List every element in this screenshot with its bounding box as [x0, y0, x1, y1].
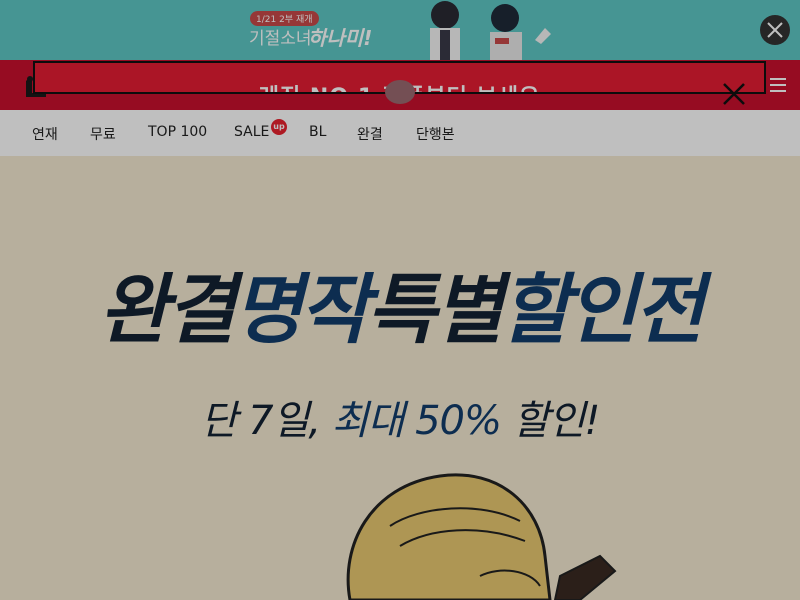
banner-subtitle: 기절소녀	[249, 29, 312, 49]
popup-character-icon	[385, 80, 415, 104]
popup-close-icon[interactable]	[722, 82, 746, 106]
category-nav: 연재 무료 TOP 100 SALE BL 완결 단행본	[0, 110, 800, 157]
nav-item-books[interactable]: 단행본	[416, 124, 455, 144]
hero-title-part3: 특별	[366, 265, 504, 354]
hero-subtitle: 단 7일, 최대 50% 할인!	[0, 388, 800, 446]
hero-subtitle-part2: 최대 50%	[331, 398, 502, 444]
close-icon	[767, 22, 783, 38]
nav-item-sale[interactable]: SALE	[234, 124, 269, 140]
hero-title-part1: 완결	[98, 265, 236, 354]
nav-item-top100[interactable]: TOP 100	[148, 124, 207, 140]
nav-item-completed[interactable]: 완결	[357, 124, 383, 144]
nav-item-free[interactable]: 무료	[90, 124, 116, 144]
nav-item-bl[interactable]: BL	[309, 124, 326, 140]
hamburger-menu-icon[interactable]	[770, 78, 786, 92]
nav-item-serial[interactable]: 연재	[32, 124, 58, 144]
banner-character-art	[430, 1, 551, 60]
hero-subtitle-part1: 단 7일,	[200, 398, 321, 444]
hero-character-art	[346, 473, 617, 600]
banner-title: 하나미!	[308, 26, 373, 50]
hero-banner[interactable]: 완결명작특별할인전 단 7일, 최대 50% 할인!	[0, 156, 800, 600]
hero-title: 완결명작특별할인전	[0, 248, 800, 358]
sale-up-badge: up	[271, 119, 287, 135]
hero-title-part4: 할인전	[500, 265, 704, 354]
hero-title-part2: 명작	[232, 265, 370, 354]
banner-close-button[interactable]	[760, 15, 790, 45]
top-promo-banner[interactable]: 1/21 2부 재개 기절소녀 하나미!	[0, 0, 800, 60]
hero-subtitle-part3: 할인!	[512, 398, 601, 444]
